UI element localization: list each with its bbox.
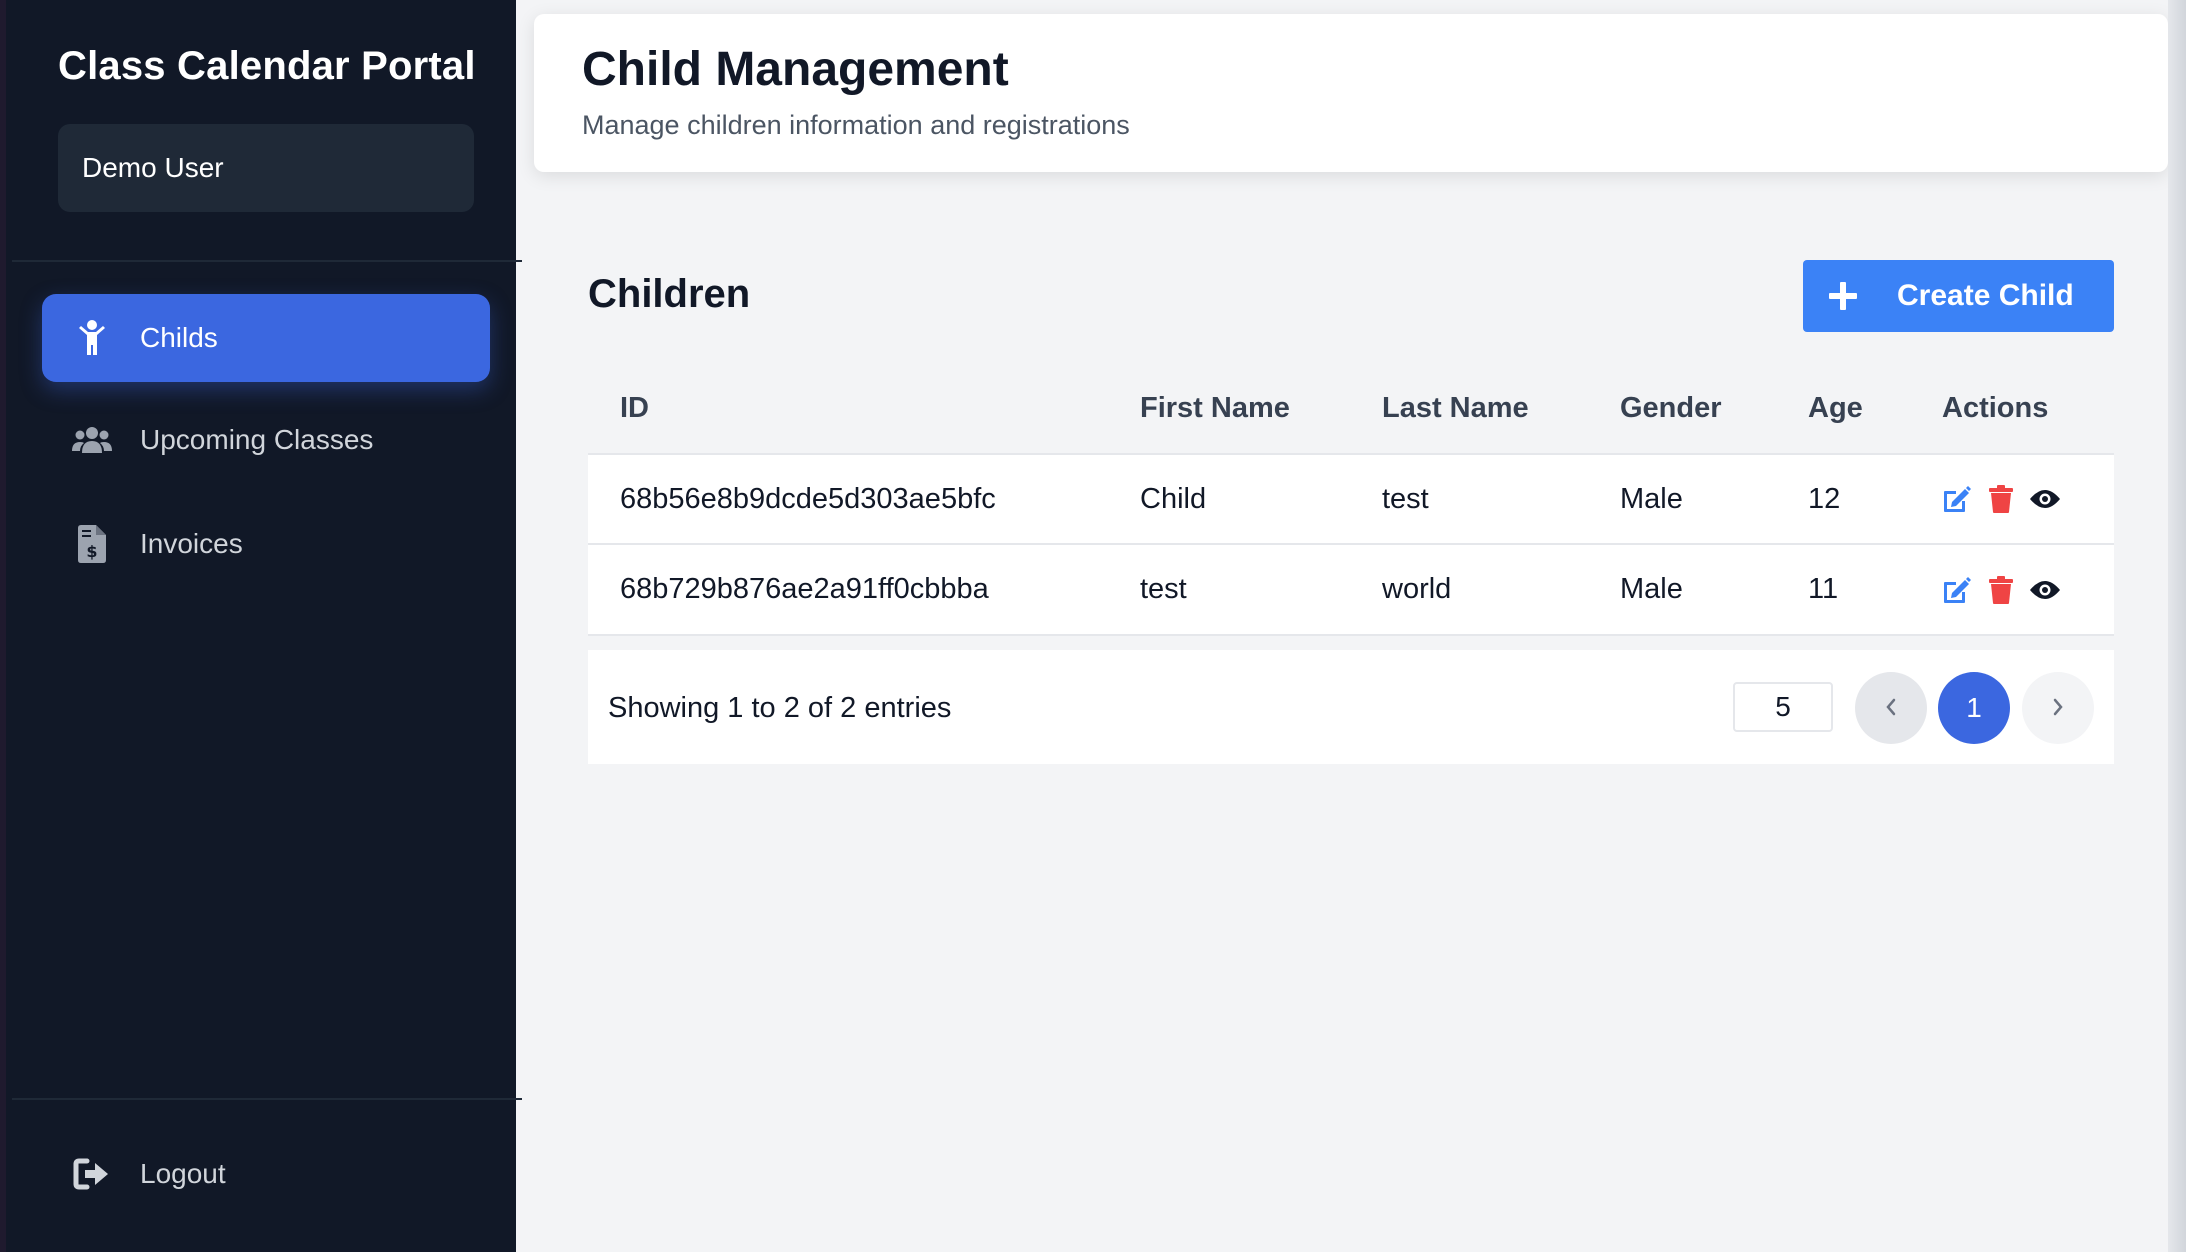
create-child-label: Create Child [1897,279,2074,312]
sidebar-item-label: Childs [140,322,218,353]
cell-gender: Male [1620,573,1683,605]
app-title: Class Calendar Portal [58,44,476,88]
edit-icon[interactable] [1942,575,1972,605]
invoice-icon: $ [72,524,112,564]
window-edge [2168,0,2186,1252]
user-card[interactable]: Demo User [58,124,474,212]
sidebar-item-childs[interactable]: Childs [42,294,490,382]
sidebar-item-label: Invoices [140,528,243,559]
page-subtitle: Manage children information and registra… [582,110,1130,140]
cell-first-name: test [1140,573,1187,605]
cell-id: 68b56e8b9dcde5d303ae5bfc [620,482,996,515]
view-icon[interactable] [2030,484,2060,514]
sidebar: Class Calendar Portal Demo User Childs U… [0,0,522,1252]
edit-icon[interactable] [1942,484,1972,514]
create-child-button[interactable]: Create Child [1803,260,2114,332]
column-header-gender[interactable]: Gender [1620,364,1808,454]
column-header-last-name[interactable]: Last Name [1382,364,1620,454]
page-header: Child Management Manage children informa… [534,14,2168,172]
plus-icon [1829,282,1857,310]
chevron-right-icon [2051,692,2065,724]
section-title: Children [588,272,751,316]
page-size-select[interactable]: 5 [1733,682,1833,732]
column-header-actions: Actions [1942,392,2049,424]
column-header-age[interactable]: Age [1808,364,1942,454]
cell-actions [1942,454,2114,544]
column-header-id[interactable]: ID [588,364,1140,454]
cell-first-name: Child [1140,482,1207,515]
cell-last-name: test [1382,482,1429,515]
sidebar-divider [12,1098,522,1100]
chevron-left-icon [1884,692,1898,724]
sidebar-divider [12,260,522,262]
children-table: ID First Name Last Name Gender Age Actio… [588,364,2114,634]
cell-gender: Male [1620,482,1683,515]
delete-icon[interactable] [1986,575,2016,605]
cell-age: 12 [1808,482,1841,515]
table-footer: Showing 1 to 2 of 2 entries 5 1 [588,650,2114,764]
table-row: 68b56e8b9dcde5d303ae5bfc Child test Male… [588,454,2114,544]
entries-summary: Showing 1 to 2 of 2 entries [608,692,952,724]
child-icon [72,318,112,358]
table-header-row: ID First Name Last Name Gender Age Actio… [588,364,2114,454]
delete-icon[interactable] [1986,484,2016,514]
next-page-button[interactable] [2022,672,2094,744]
sidebar-item-invoices[interactable]: $ Invoices [42,500,490,588]
current-page-number: 1 [1966,692,1982,723]
cell-actions [1942,544,2114,634]
logout-label: Logout [140,1158,226,1189]
user-name: Demo User [82,152,224,183]
cell-last-name: world [1382,573,1452,605]
previous-page-button[interactable] [1855,672,1927,744]
view-icon[interactable] [2030,575,2060,605]
users-icon [72,420,112,460]
page-size-value: 5 [1775,691,1791,722]
sidebar-item-upcoming-classes[interactable]: Upcoming Classes [42,396,490,484]
column-header-first-name[interactable]: First Name [1140,364,1382,454]
table-row: 68b729b876ae2a91ff0cbbba test world Male… [588,544,2114,634]
app-root: Class Calendar Portal Demo User Childs U… [0,0,2186,1252]
logout-button[interactable]: Logout [42,1130,490,1218]
sidebar-item-label: Upcoming Classes [140,424,374,455]
cell-age: 11 [1808,573,1839,605]
table-footer-divider [588,634,2114,650]
page-title: Child Management [582,43,1009,96]
page-button-current[interactable]: 1 [1938,672,2010,744]
cell-id: 68b729b876ae2a91ff0cbbba [620,573,989,605]
svg-text:$: $ [86,542,97,561]
logout-icon [72,1154,112,1194]
